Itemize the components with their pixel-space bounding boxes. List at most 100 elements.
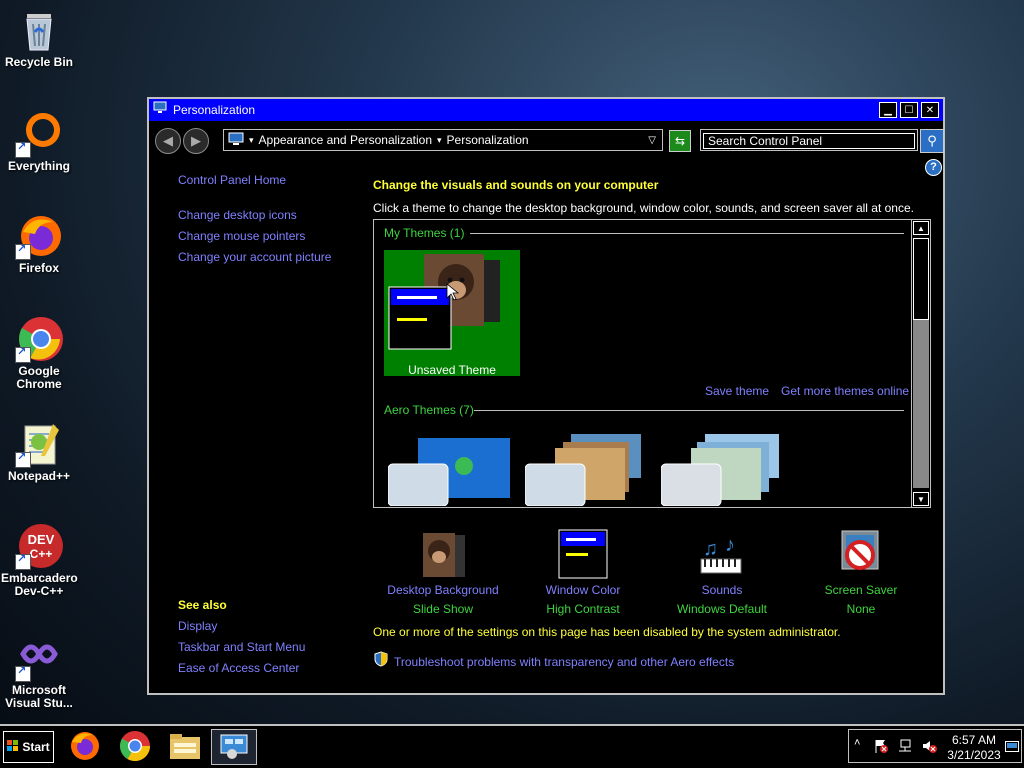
unsaved-theme-preview — [388, 254, 500, 350]
svg-text:♪: ♪ — [725, 534, 735, 556]
unsaved-theme-label: Unsaved Theme — [408, 363, 496, 377]
search-box[interactable] — [700, 129, 918, 151]
minimize-button[interactable]: ▁ — [879, 102, 897, 118]
desktop-icon-label: Firefox — [18, 261, 59, 275]
breadcrumb[interactable]: ▾ Appearance and Personalization ▾ Perso… — [223, 129, 663, 151]
scroll-up-button[interactable]: ▲ — [913, 221, 929, 235]
group-divider — [470, 233, 904, 234]
control-panel-icon — [220, 734, 248, 759]
scroll-track[interactable] — [913, 320, 929, 488]
save-theme-link[interactable]: Save theme — [705, 384, 769, 398]
shortcut-arrow-icon — [15, 664, 31, 682]
breadcrumb-appearance[interactable]: Appearance and Personalization — [259, 133, 432, 147]
theme-list: My Themes (1) Unsaved Theme Save theme G… — [373, 219, 931, 508]
screen-saver-value: None — [846, 602, 876, 616]
change-account-picture-link[interactable]: Change your account picture — [178, 250, 331, 264]
window-app-icon — [153, 101, 167, 119]
breadcrumb-personalization[interactable]: Personalization — [447, 133, 529, 147]
taskbar-start-menu-link[interactable]: Taskbar and Start Menu — [178, 640, 305, 654]
windows-logo-icon — [7, 739, 19, 755]
forward-button[interactable]: ▶ — [183, 128, 209, 154]
troubleshoot-link[interactable]: Troubleshoot problems with transparency … — [394, 655, 734, 669]
desktop-icon-label: Recycle Bin — [4, 55, 74, 69]
scroll-thumb[interactable] — [913, 238, 929, 320]
taskbar-chrome[interactable] — [113, 729, 157, 763]
desktop-icon-recycle-bin[interactable]: Recycle Bin — [1, 6, 77, 69]
aero-theme-windows7[interactable] — [387, 436, 512, 507]
clock[interactable]: 6:57 AM 3/21/2023 — [945, 733, 1003, 763]
sounds-icon: ♫ ♪ — [652, 527, 792, 579]
volume-muted-icon[interactable] — [921, 738, 937, 759]
windows7-theme-preview — [387, 438, 510, 507]
screen-saver-setting[interactable]: Screen Saver None — [791, 527, 931, 616]
refresh-icon: ⇆ — [674, 134, 686, 148]
shortcut-arrow-icon — [15, 552, 31, 570]
show-desktop-icon[interactable] — [1005, 740, 1019, 758]
address-dropdown-icon[interactable]: ▽ — [648, 135, 656, 146]
architecture-theme-preview — [524, 434, 641, 507]
shortcut-arrow-icon — [15, 450, 31, 468]
folder-icon — [170, 734, 200, 759]
desktop-icon-everything[interactable]: Everything — [1, 110, 77, 173]
desktop-icon-label: Embarcadero Dev-C++ — [1, 571, 78, 598]
clock-time: 6:57 AM — [951, 733, 997, 747]
screen-saver-label: Screen Saver — [824, 583, 898, 597]
desktop-background-icon — [373, 527, 513, 579]
shortcut-arrow-icon — [15, 242, 31, 260]
aero-theme-landscapes[interactable] — [660, 432, 785, 507]
desktop-icon-notepadpp[interactable]: Notepad++ — [1, 420, 77, 483]
scroll-down-button[interactable]: ▼ — [913, 492, 929, 506]
shield-icon — [373, 651, 389, 672]
firefox-icon — [15, 212, 63, 260]
show-hidden-icons-icon[interactable]: ˄ — [854, 737, 860, 749]
unsaved-theme-tile[interactable]: Unsaved Theme — [384, 250, 520, 377]
help-icon[interactable]: ? — [925, 159, 942, 176]
desktop-icon-visual-studio[interactable]: Microsoft Visual Stu... — [1, 634, 77, 710]
close-button[interactable]: ✕ — [921, 102, 939, 118]
taskbar-explorer[interactable] — [163, 729, 207, 763]
start-button[interactable]: Start — [3, 731, 54, 763]
change-mouse-pointers-link[interactable]: Change mouse pointers — [178, 229, 305, 243]
change-desktop-icons-link[interactable]: Change desktop icons — [178, 208, 297, 222]
aero-theme-architecture[interactable] — [524, 432, 649, 507]
control-panel-home-link[interactable]: Control Panel Home — [178, 173, 286, 187]
personalization-window: Personalization ▁ ☐ ✕ ◀ ▶ ▾ Appearance a… — [147, 97, 945, 695]
firefox-icon — [71, 732, 99, 760]
desktop-icon-chrome[interactable]: Google Chrome — [1, 315, 77, 391]
shortcut-arrow-icon — [15, 140, 31, 158]
group-divider — [474, 410, 904, 411]
desktop-background-setting[interactable]: Desktop Background Slide Show — [373, 527, 513, 616]
taskbar-firefox[interactable] — [63, 729, 107, 763]
window-color-value: High Contrast — [546, 602, 620, 616]
desktop-icon-firefox[interactable]: Firefox — [1, 212, 77, 275]
chrome-icon — [15, 315, 63, 363]
ease-of-access-link[interactable]: Ease of Access Center — [178, 661, 299, 675]
devcpp-icon: DEV C++ — [15, 522, 63, 570]
sounds-value: Windows Default — [676, 602, 768, 616]
refresh-button[interactable]: ⇆ — [669, 130, 691, 152]
action-center-icon[interactable] — [873, 738, 889, 759]
taskbar-control-panel[interactable] — [211, 729, 257, 765]
my-themes-header: My Themes (1) — [384, 226, 465, 240]
maximize-button[interactable]: ☐ — [900, 102, 918, 118]
aero-themes-header: Aero Themes (7) — [384, 403, 474, 417]
svg-text:DEV: DEV — [28, 532, 55, 547]
troubleshoot-row[interactable]: Troubleshoot problems with transparency … — [373, 651, 734, 672]
window-title: Personalization — [173, 103, 256, 117]
search-input[interactable] — [703, 133, 915, 149]
display-link[interactable]: Display — [178, 619, 217, 633]
search-button[interactable]: ⚲ — [920, 129, 944, 153]
start-label: Start — [22, 740, 50, 754]
svg-text:C++: C++ — [30, 547, 53, 561]
chrome-icon — [119, 731, 150, 762]
control-panel-icon — [228, 132, 244, 149]
desktop-icon-devcpp[interactable]: DEVC++ Embarcadero Dev-C++ — [1, 522, 78, 598]
theme-list-scrollbar[interactable]: ▲ ▼ — [911, 220, 930, 507]
get-more-themes-link[interactable]: Get more themes online — [781, 384, 909, 398]
landscapes-theme-preview — [660, 434, 779, 507]
network-icon[interactable] — [897, 738, 913, 759]
window-color-setting[interactable]: Window Color High Contrast — [513, 527, 653, 616]
back-button[interactable]: ◀ — [155, 128, 181, 154]
title-bar[interactable]: Personalization ▁ ☐ ✕ — [149, 99, 943, 121]
sounds-setting[interactable]: ♫ ♪ Sounds Windows Default — [652, 527, 792, 616]
